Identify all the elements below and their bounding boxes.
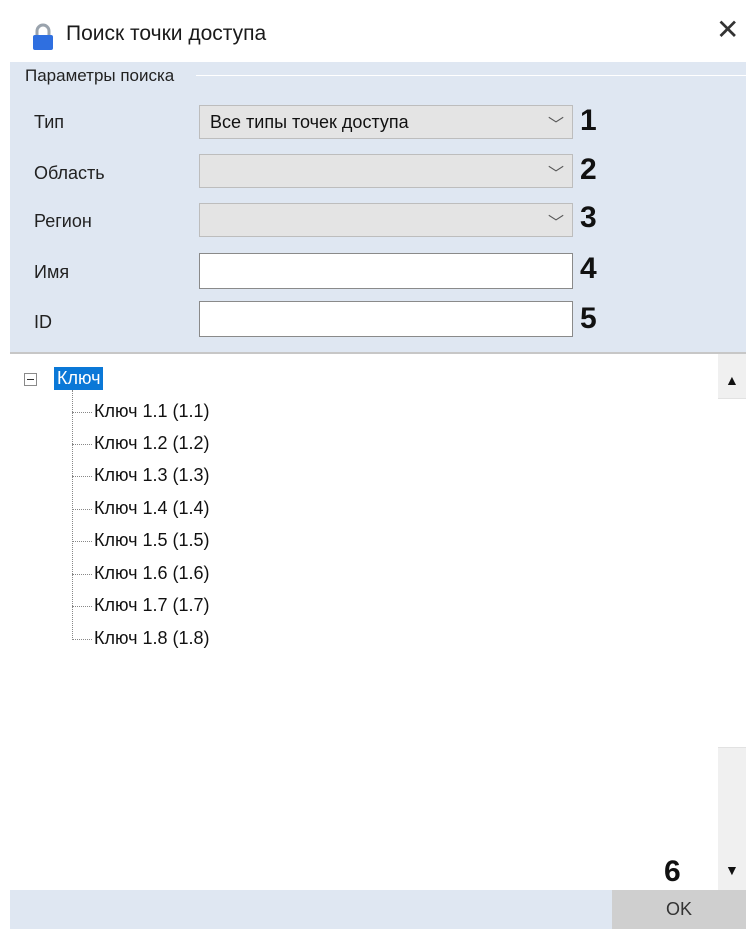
marker-4: 4 (580, 252, 597, 285)
tree-connector (72, 639, 92, 640)
type-select-value: Все типы точек доступа (210, 112, 409, 132)
region-label: Регион (34, 211, 92, 231)
ok-button[interactable]: OK (612, 890, 746, 929)
tree-connector (72, 574, 92, 575)
chevron-down-icon: ﹀ (547, 117, 564, 134)
name-label: Имя (34, 262, 70, 282)
chevron-down-icon: ﹀ (547, 215, 564, 232)
group-label: Параметры поиска (25, 66, 175, 85)
tree-connector (72, 444, 92, 445)
scrollbar-thumb[interactable] (718, 398, 746, 748)
scroll-up-icon[interactable]: ▲ (725, 372, 739, 388)
area-select[interactable]: ﹀ (199, 154, 573, 188)
tree-item[interactable]: Ключ 1.6 (1.6) (94, 563, 210, 584)
region-select[interactable]: ﹀ (199, 203, 573, 237)
type-label: Тип (34, 112, 65, 132)
marker-3: 3 (580, 201, 597, 234)
group-divider (196, 75, 746, 76)
marker-6: 6 (664, 855, 681, 888)
tree-item[interactable]: Ключ 1.2 (1.2) (94, 433, 210, 454)
tree-item[interactable]: Ключ 1.3 (1.3) (94, 465, 210, 486)
name-input[interactable] (199, 253, 573, 289)
marker-5: 5 (580, 302, 597, 335)
marker-1: 1 (580, 104, 597, 137)
tree-connector (72, 606, 92, 607)
type-select[interactable]: Все типы точек доступа ﹀ (199, 105, 573, 139)
tree-item[interactable]: Ключ 1.4 (1.4) (94, 498, 210, 519)
area-label: Область (34, 163, 105, 183)
tree-guide-line (72, 390, 73, 640)
close-icon[interactable]: ✕ (716, 16, 739, 44)
collapse-icon[interactable] (24, 373, 37, 386)
window-title: Поиск точки доступа (66, 22, 267, 45)
id-input[interactable] (199, 301, 573, 337)
lock-icon (30, 22, 56, 52)
tree-connector (72, 541, 92, 542)
id-label: ID (34, 312, 52, 332)
tree-root-item[interactable]: Ключ (54, 367, 104, 390)
tree-connector (72, 412, 92, 413)
chevron-down-icon: ﹀ (547, 166, 564, 183)
scroll-down-icon[interactable]: ▼ (725, 862, 739, 878)
tree-connector (72, 476, 92, 477)
tree-item[interactable]: Ключ 1.8 (1.8) (94, 628, 210, 649)
tree-item[interactable]: Ключ 1.5 (1.5) (94, 530, 210, 551)
tree-item[interactable]: Ключ 1.1 (1.1) (94, 401, 210, 422)
tree-item[interactable]: Ключ 1.7 (1.7) (94, 595, 210, 616)
marker-2: 2 (580, 153, 597, 186)
tree-connector (72, 509, 92, 510)
